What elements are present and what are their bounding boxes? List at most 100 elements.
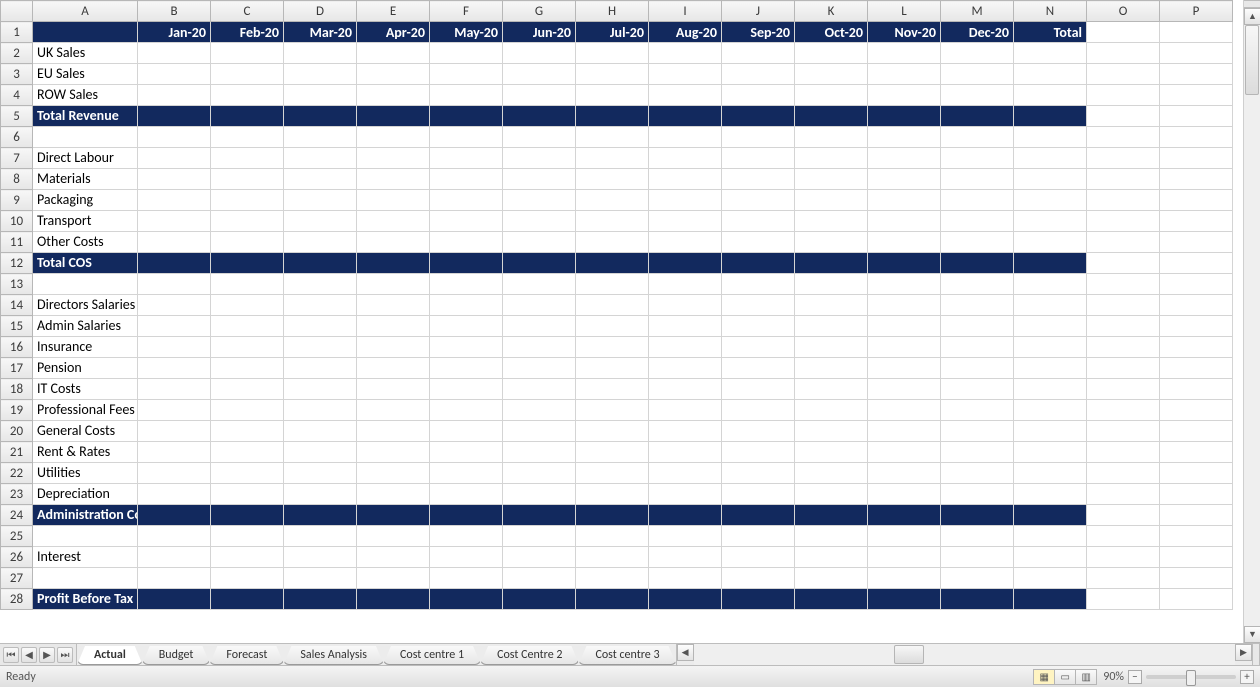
cell-B27[interactable] xyxy=(138,568,211,589)
cell-A18[interactable]: IT Costs xyxy=(33,379,138,400)
cell-B13[interactable] xyxy=(138,274,211,295)
cell-I26[interactable] xyxy=(649,547,722,568)
cell-F5[interactable] xyxy=(430,106,503,127)
column-header-P[interactable]: P xyxy=(1160,1,1233,22)
cell-F6[interactable] xyxy=(430,127,503,148)
cell-L26[interactable] xyxy=(868,547,941,568)
cell-K16[interactable] xyxy=(795,337,868,358)
cell-N6[interactable] xyxy=(1014,127,1087,148)
cell-L25[interactable] xyxy=(868,526,941,547)
cell-K14[interactable] xyxy=(795,295,868,316)
cell-M24[interactable] xyxy=(941,505,1014,526)
cell-E3[interactable] xyxy=(357,64,430,85)
cell-P14[interactable] xyxy=(1160,295,1233,316)
sheet-tab-forecast[interactable]: Forecast xyxy=(209,646,284,665)
cell-J4[interactable] xyxy=(722,85,795,106)
cell-E28[interactable] xyxy=(357,589,430,610)
cell-B2[interactable] xyxy=(138,43,211,64)
cell-L8[interactable] xyxy=(868,169,941,190)
row-header-16[interactable]: 16 xyxy=(1,337,33,358)
cell-K15[interactable] xyxy=(795,316,868,337)
cell-I10[interactable] xyxy=(649,211,722,232)
row-header-12[interactable]: 12 xyxy=(1,253,33,274)
tab-prev-button[interactable]: ◀ xyxy=(21,647,37,663)
cell-P6[interactable] xyxy=(1160,127,1233,148)
cell-O25[interactable] xyxy=(1087,526,1160,547)
cell-L28[interactable] xyxy=(868,589,941,610)
cell-F11[interactable] xyxy=(430,232,503,253)
row-header-5[interactable]: 5 xyxy=(1,106,33,127)
cell-C10[interactable] xyxy=(211,211,284,232)
cell-D2[interactable] xyxy=(284,43,357,64)
cell-D26[interactable] xyxy=(284,547,357,568)
cell-F16[interactable] xyxy=(430,337,503,358)
split-handle-top[interactable] xyxy=(1244,0,1260,8)
cell-D10[interactable] xyxy=(284,211,357,232)
cell-H3[interactable] xyxy=(576,64,649,85)
cell-C19[interactable] xyxy=(211,400,284,421)
cell-P2[interactable] xyxy=(1160,43,1233,64)
cell-B6[interactable] xyxy=(138,127,211,148)
cell-B17[interactable] xyxy=(138,358,211,379)
cell-K7[interactable] xyxy=(795,148,868,169)
cell-D25[interactable] xyxy=(284,526,357,547)
cell-N9[interactable] xyxy=(1014,190,1087,211)
cell-O24[interactable] xyxy=(1087,505,1160,526)
cell-K24[interactable] xyxy=(795,505,868,526)
cell-G4[interactable] xyxy=(503,85,576,106)
cell-I7[interactable] xyxy=(649,148,722,169)
cell-F24[interactable] xyxy=(430,505,503,526)
cell-J9[interactable] xyxy=(722,190,795,211)
cell-O2[interactable] xyxy=(1087,43,1160,64)
cell-G26[interactable] xyxy=(503,547,576,568)
cell-N12[interactable] xyxy=(1014,253,1087,274)
cell-C15[interactable] xyxy=(211,316,284,337)
cell-D9[interactable] xyxy=(284,190,357,211)
cell-F7[interactable] xyxy=(430,148,503,169)
cell-H13[interactable] xyxy=(576,274,649,295)
cell-E1[interactable]: Apr-20 xyxy=(357,22,430,43)
cell-C9[interactable] xyxy=(211,190,284,211)
cell-K8[interactable] xyxy=(795,169,868,190)
cell-C24[interactable] xyxy=(211,505,284,526)
cell-G2[interactable] xyxy=(503,43,576,64)
cell-G25[interactable] xyxy=(503,526,576,547)
cell-J28[interactable] xyxy=(722,589,795,610)
cell-L16[interactable] xyxy=(868,337,941,358)
row-header-17[interactable]: 17 xyxy=(1,358,33,379)
sheet-tab-actual[interactable]: Actual xyxy=(77,646,143,665)
cell-L6[interactable] xyxy=(868,127,941,148)
cell-F13[interactable] xyxy=(430,274,503,295)
cell-J23[interactable] xyxy=(722,484,795,505)
cell-L2[interactable] xyxy=(868,43,941,64)
cell-M1[interactable]: Dec-20 xyxy=(941,22,1014,43)
cell-L22[interactable] xyxy=(868,463,941,484)
cell-N15[interactable] xyxy=(1014,316,1087,337)
cell-D24[interactable] xyxy=(284,505,357,526)
row-header-18[interactable]: 18 xyxy=(1,379,33,400)
select-all-corner[interactable] xyxy=(1,1,33,22)
sheet-tab-cost-centre-2[interactable]: Cost Centre 2 xyxy=(480,646,579,665)
cell-D17[interactable] xyxy=(284,358,357,379)
cell-A16[interactable]: Insurance xyxy=(33,337,138,358)
cell-E13[interactable] xyxy=(357,274,430,295)
cell-N14[interactable] xyxy=(1014,295,1087,316)
row-header-13[interactable]: 13 xyxy=(1,274,33,295)
cell-H1[interactable]: Jul-20 xyxy=(576,22,649,43)
cell-H16[interactable] xyxy=(576,337,649,358)
cell-N5[interactable] xyxy=(1014,106,1087,127)
cell-O15[interactable] xyxy=(1087,316,1160,337)
cell-J5[interactable] xyxy=(722,106,795,127)
cell-H23[interactable] xyxy=(576,484,649,505)
cell-A9[interactable]: Packaging xyxy=(33,190,138,211)
cell-A12[interactable]: Total COS xyxy=(33,253,138,274)
cell-A13[interactable] xyxy=(33,274,138,295)
cell-E26[interactable] xyxy=(357,547,430,568)
cell-H19[interactable] xyxy=(576,400,649,421)
cell-A11[interactable]: Other Costs xyxy=(33,232,138,253)
cell-B15[interactable] xyxy=(138,316,211,337)
cell-K27[interactable] xyxy=(795,568,868,589)
cell-M8[interactable] xyxy=(941,169,1014,190)
cell-L14[interactable] xyxy=(868,295,941,316)
cell-L27[interactable] xyxy=(868,568,941,589)
